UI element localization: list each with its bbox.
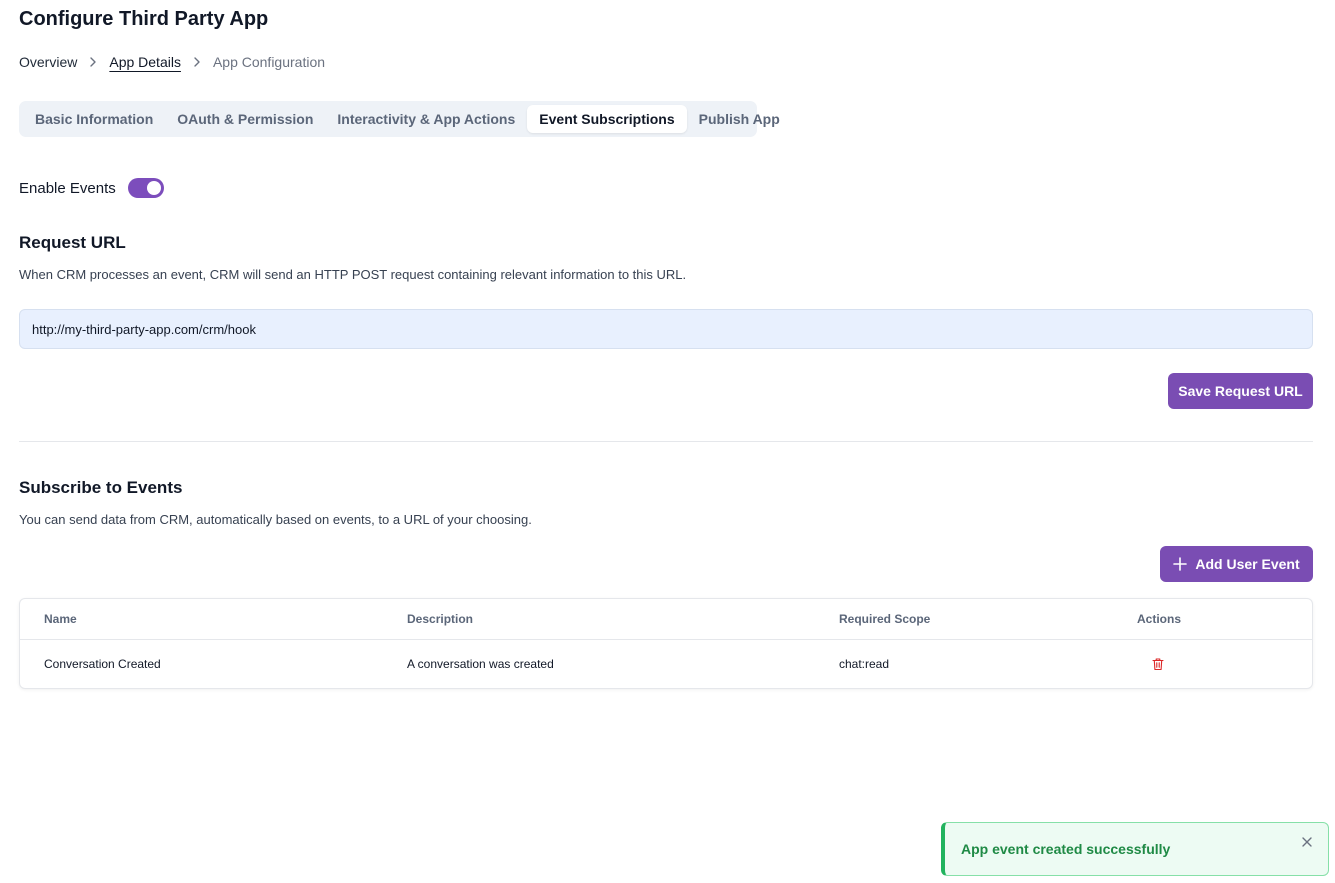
tab-basic-information[interactable]: Basic Information	[23, 105, 165, 133]
toast-message: App event created successfully	[961, 841, 1171, 857]
event-actions	[1137, 640, 1165, 688]
chevron-right-icon	[181, 56, 213, 68]
close-icon[interactable]	[1300, 835, 1314, 849]
page-title: Configure Third Party App	[19, 8, 269, 30]
add-user-event-label: Add User Event	[1195, 556, 1300, 572]
enable-events-row: Enable Events	[19, 178, 164, 198]
events-table: Name Description Required Scope Actions …	[19, 598, 1313, 689]
subscribe-events-description: You can send data from CRM, automaticall…	[19, 512, 532, 527]
request-url-description: When CRM processes an event, CRM will se…	[19, 267, 687, 282]
request-url-title: Request URL	[19, 233, 126, 252]
enable-events-label: Enable Events	[19, 179, 116, 197]
breadcrumb-overview[interactable]: Overview	[19, 54, 77, 70]
tab-interactivity-app-actions[interactable]: Interactivity & App Actions	[325, 105, 527, 133]
breadcrumb-app-details[interactable]: App Details	[109, 54, 181, 70]
breadcrumb-app-configuration: App Configuration	[212, 54, 326, 70]
column-header-name: Name	[44, 612, 77, 626]
add-user-event-button[interactable]: Add User Event	[1160, 546, 1313, 582]
toggle-knob	[146, 181, 161, 195]
trash-icon[interactable]	[1151, 657, 1165, 671]
subscribe-events-title: Subscribe to Events	[19, 478, 183, 497]
tab-event-subscriptions[interactable]: Event Subscriptions	[527, 105, 687, 133]
save-request-url-button[interactable]: Save Request URL	[1168, 373, 1313, 409]
table-row: Conversation Created A conversation was …	[20, 640, 1312, 688]
tab-bar: Basic Information OAuth & Permission Int…	[19, 101, 780, 137]
section-divider	[19, 441, 1313, 442]
table-header-row: Name Description Required Scope Actions	[20, 599, 1312, 640]
request-url-input[interactable]	[19, 309, 1313, 349]
success-toast: App event created successfully	[941, 822, 1329, 876]
breadcrumb: Overview App Details App Configuration	[19, 54, 325, 70]
page: Configure Third Party App Overview App D…	[0, 0, 1335, 883]
column-header-description: Description	[407, 612, 474, 626]
enable-events-toggle[interactable]	[127, 178, 164, 198]
column-header-required-scope: Required Scope	[839, 612, 931, 626]
event-description: A conversation was created	[407, 657, 554, 671]
plus-icon	[1173, 557, 1188, 571]
column-header-actions: Actions	[1137, 612, 1182, 626]
tab-publish-app[interactable]: Publish App	[687, 105, 792, 133]
tab-oauth-permission[interactable]: OAuth & Permission	[165, 105, 325, 133]
event-required-scope: chat:read	[839, 657, 890, 671]
chevron-right-icon	[77, 56, 109, 68]
event-name: Conversation Created	[44, 657, 161, 671]
